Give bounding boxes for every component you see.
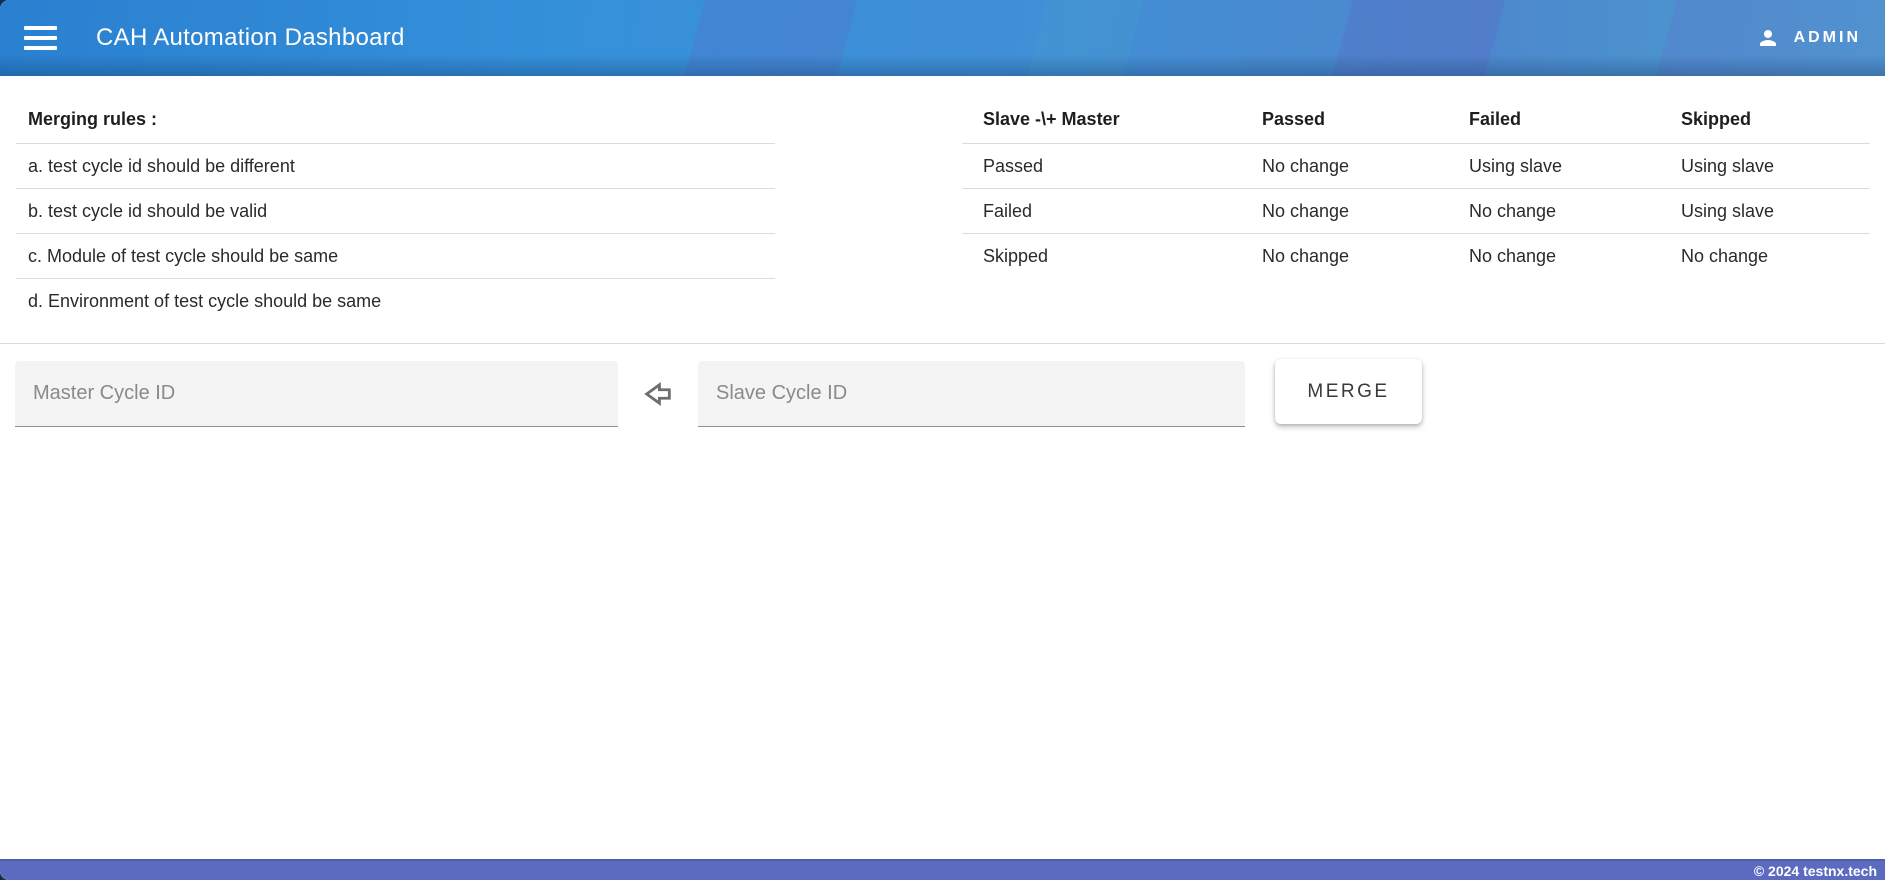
rule-item-a: a. test cycle id should be different bbox=[16, 144, 775, 189]
menu-icon[interactable] bbox=[24, 23, 60, 53]
main-content: Merging rules : a. test cycle id should … bbox=[0, 76, 1885, 859]
merging-rules-panel: Merging rules : a. test cycle id should … bbox=[16, 96, 775, 324]
merging-rules-title: Merging rules : bbox=[16, 96, 775, 144]
user-label: ADMIN bbox=[1793, 29, 1861, 46]
cell-value: Using slave bbox=[1681, 155, 1775, 176]
merge-button[interactable]: MERGE bbox=[1275, 359, 1422, 424]
page-title: CAH Automation Dashboard bbox=[96, 24, 405, 51]
slave-cycle-id-input[interactable] bbox=[698, 361, 1245, 427]
menu-bar bbox=[24, 46, 57, 50]
column-header-slave-master: Slave -\+ Master bbox=[983, 109, 1120, 129]
row-label: Failed bbox=[983, 200, 1033, 221]
person-icon bbox=[1756, 26, 1780, 50]
merge-behavior-table: Slave -\+ Master Passed Failed Skipped P… bbox=[962, 96, 1870, 324]
section-divider bbox=[0, 343, 1885, 344]
menu-bar bbox=[24, 26, 57, 30]
admin-user-menu[interactable]: ADMIN bbox=[1756, 26, 1861, 50]
rule-item-c: c. Module of test cycle should be same bbox=[16, 234, 775, 279]
copyright-text: © 2024 testnx.tech bbox=[1753, 862, 1877, 879]
left-arrow-icon bbox=[618, 361, 698, 427]
rule-item-d: d. Environment of test cycle should be s… bbox=[28, 291, 382, 311]
table-header-row: Slave -\+ Master Passed Failed Skipped bbox=[962, 96, 1870, 144]
app-header: CAH Automation Dashboard ADMIN bbox=[0, 0, 1885, 76]
cell-value: No change bbox=[1469, 246, 1557, 266]
column-header-failed: Failed bbox=[1469, 109, 1522, 129]
cell-value: Using slave bbox=[1469, 155, 1563, 176]
master-cycle-id-input[interactable] bbox=[15, 361, 618, 427]
table-row: Failed No change No change Using slave bbox=[962, 189, 1870, 234]
cell-value: Using slave bbox=[1681, 200, 1775, 221]
cell-value: No change bbox=[1262, 200, 1350, 221]
app-window: CAH Automation Dashboard ADMIN Merging r… bbox=[0, 0, 1885, 880]
cell-value: No change bbox=[1681, 246, 1769, 266]
cell-value: No change bbox=[1262, 246, 1350, 266]
table-row: Skipped No change No change No change bbox=[962, 234, 1870, 279]
table-row: Passed No change Using slave Using slave bbox=[962, 144, 1870, 189]
footer-bar: © 2024 testnx.tech bbox=[0, 859, 1885, 880]
menu-bar bbox=[24, 36, 57, 40]
cell-value: No change bbox=[1469, 200, 1557, 221]
row-label: Skipped bbox=[983, 246, 1049, 266]
cell-value: No change bbox=[1262, 155, 1350, 176]
rules-and-matrix-section: Merging rules : a. test cycle id should … bbox=[0, 76, 1885, 324]
column-header-skipped: Skipped bbox=[1681, 109, 1752, 129]
merge-form: MERGE bbox=[0, 359, 1885, 427]
rule-item-b: b. test cycle id should be valid bbox=[16, 189, 775, 234]
row-label: Passed bbox=[983, 155, 1044, 176]
column-header-passed: Passed bbox=[1262, 109, 1326, 129]
